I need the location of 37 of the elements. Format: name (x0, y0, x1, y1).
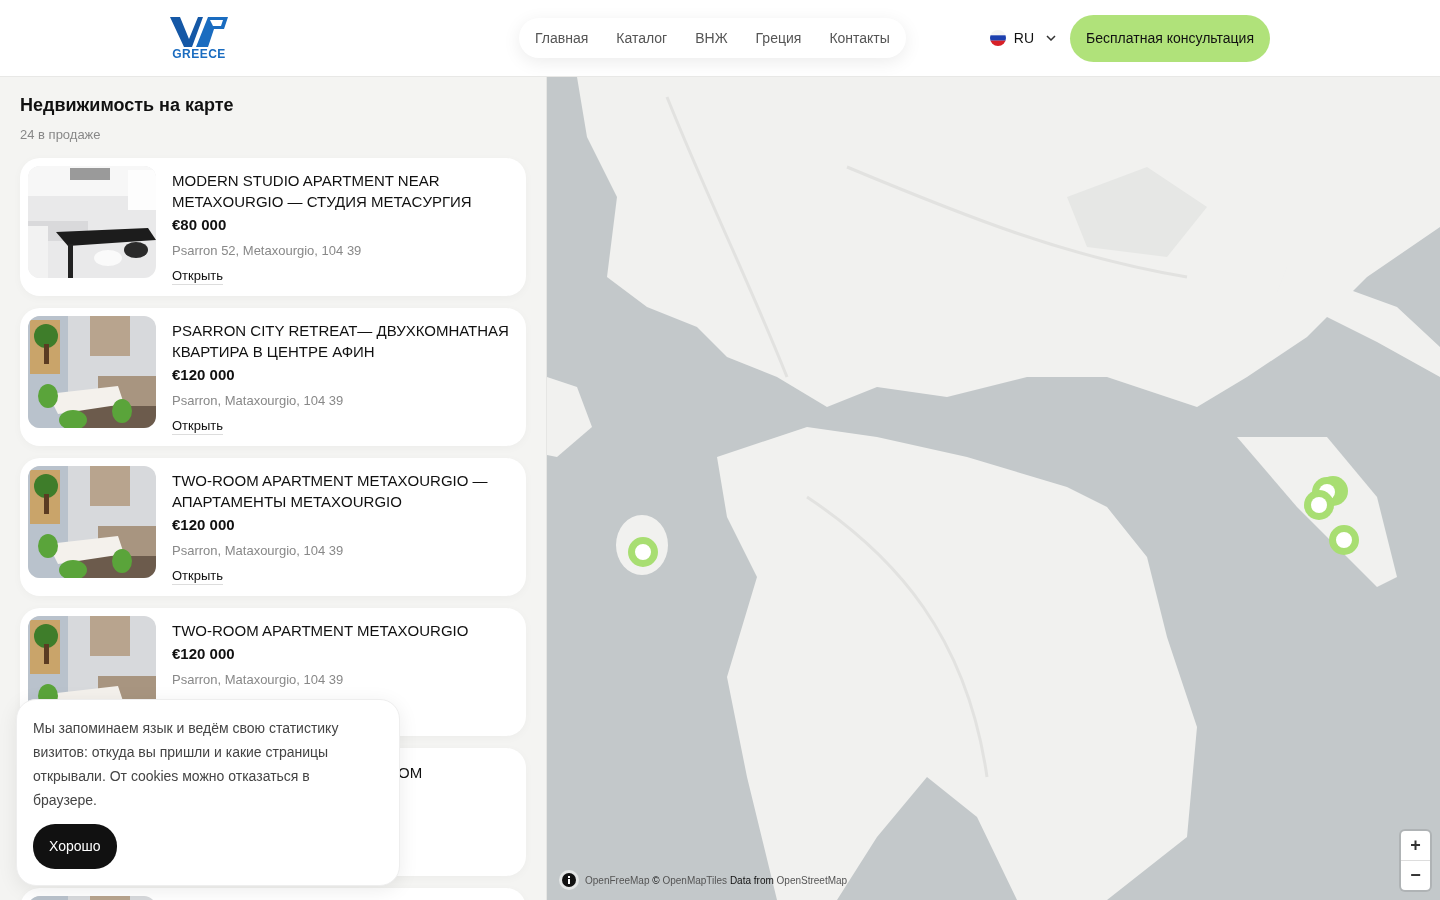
zoom-out-button[interactable]: − (1401, 861, 1430, 890)
listing-address: Psarron, Mataxourgio, 104 39 (172, 670, 345, 689)
listing-title: TWO-ROOM APARTMENT METAXOURGIO (172, 621, 469, 642)
open-link[interactable]: Открыть (172, 418, 224, 436)
attribution-link[interactable]: OpenStreetMap (776, 874, 848, 886)
attribution-note: Data from (729, 874, 774, 886)
open-link[interactable]: Открыть (172, 268, 224, 286)
listing-title: MODERN STUDIO APARTMENT NEAR METAXOURGIO — СТУДИЯ METACУРГИЯ (172, 171, 473, 213)
listing-count: 24 в продаже (20, 125, 102, 144)
listing-title: TWO-ROOM APARTMENT METAXOURGIO — АПАРТАМЕНТЫ METAXOURGIO (172, 471, 489, 513)
attribution-link[interactable]: OpenMapTiles (662, 874, 728, 886)
logo-text: GREECE (172, 47, 226, 60)
listing-card[interactable]: TWO-ROOM APARTMENT METAXOURGIO — АПАРТАМЕНТЫ METAXOURGIO €120 000 Psarron, Mataxourgio, 104 39 Открыть (20, 458, 526, 597)
listing-address: Psarron, Mataxourgio, 104 39 (172, 541, 345, 560)
listing-card[interactable]: PSARRON CITY RETREAT— ДВУХКОМНАТНАЯ КВАРТИРА В ЦЕНТРЕ АФИН €120 000 Psarron, Mataxourgio, 104 39 Открыть (20, 308, 526, 447)
logo[interactable]: GREECE (170, 16, 228, 60)
language-selector[interactable]: RU (989, 27, 1057, 49)
listing-price: €120 000 (172, 515, 236, 536)
nav-link[interactable]: Каталог (602, 17, 682, 59)
listing-address: Psarron 52, Metaxourgio, 104 39 (172, 241, 363, 260)
listing-price: €120 000 (172, 365, 236, 386)
section-title: Недвижимость на карте (20, 95, 235, 117)
attribution-note: © (652, 874, 660, 886)
nav-link[interactable]: Контакты (815, 17, 904, 59)
listing-price: €120 000 (172, 644, 236, 665)
consultation-button[interactable]: Бесплатная консультация (1070, 14, 1270, 62)
listing-card[interactable]: MODERN STUDIO APARTMENT NEAR METAXOURGIO — СТУДИЯ METACУРГИЯ €80 000 Psarron 52, Metaxourgio, 104 39 Открыть (20, 158, 526, 297)
nav-link[interactable]: Главная (521, 17, 603, 59)
zoom-in-button[interactable]: + (1401, 831, 1430, 860)
accept-button[interactable]: Хорошо (33, 824, 117, 869)
listing-address: Psarron, Mataxourgio, 104 39 (172, 391, 345, 410)
listing-price: €80 000 (172, 215, 228, 236)
nav-link[interactable]: Греция (741, 17, 816, 59)
listing-title: PSARRON CITY RETREAT— ДВУХКОМНАТНАЯ КВАРТИРА В ЦЕНТРЕ АФИН (172, 321, 510, 363)
nav-link[interactable]: ВНЖ (681, 17, 742, 59)
attribution-link[interactable]: OpenFreeMap (585, 874, 650, 886)
open-link[interactable]: Открыть (172, 568, 224, 586)
